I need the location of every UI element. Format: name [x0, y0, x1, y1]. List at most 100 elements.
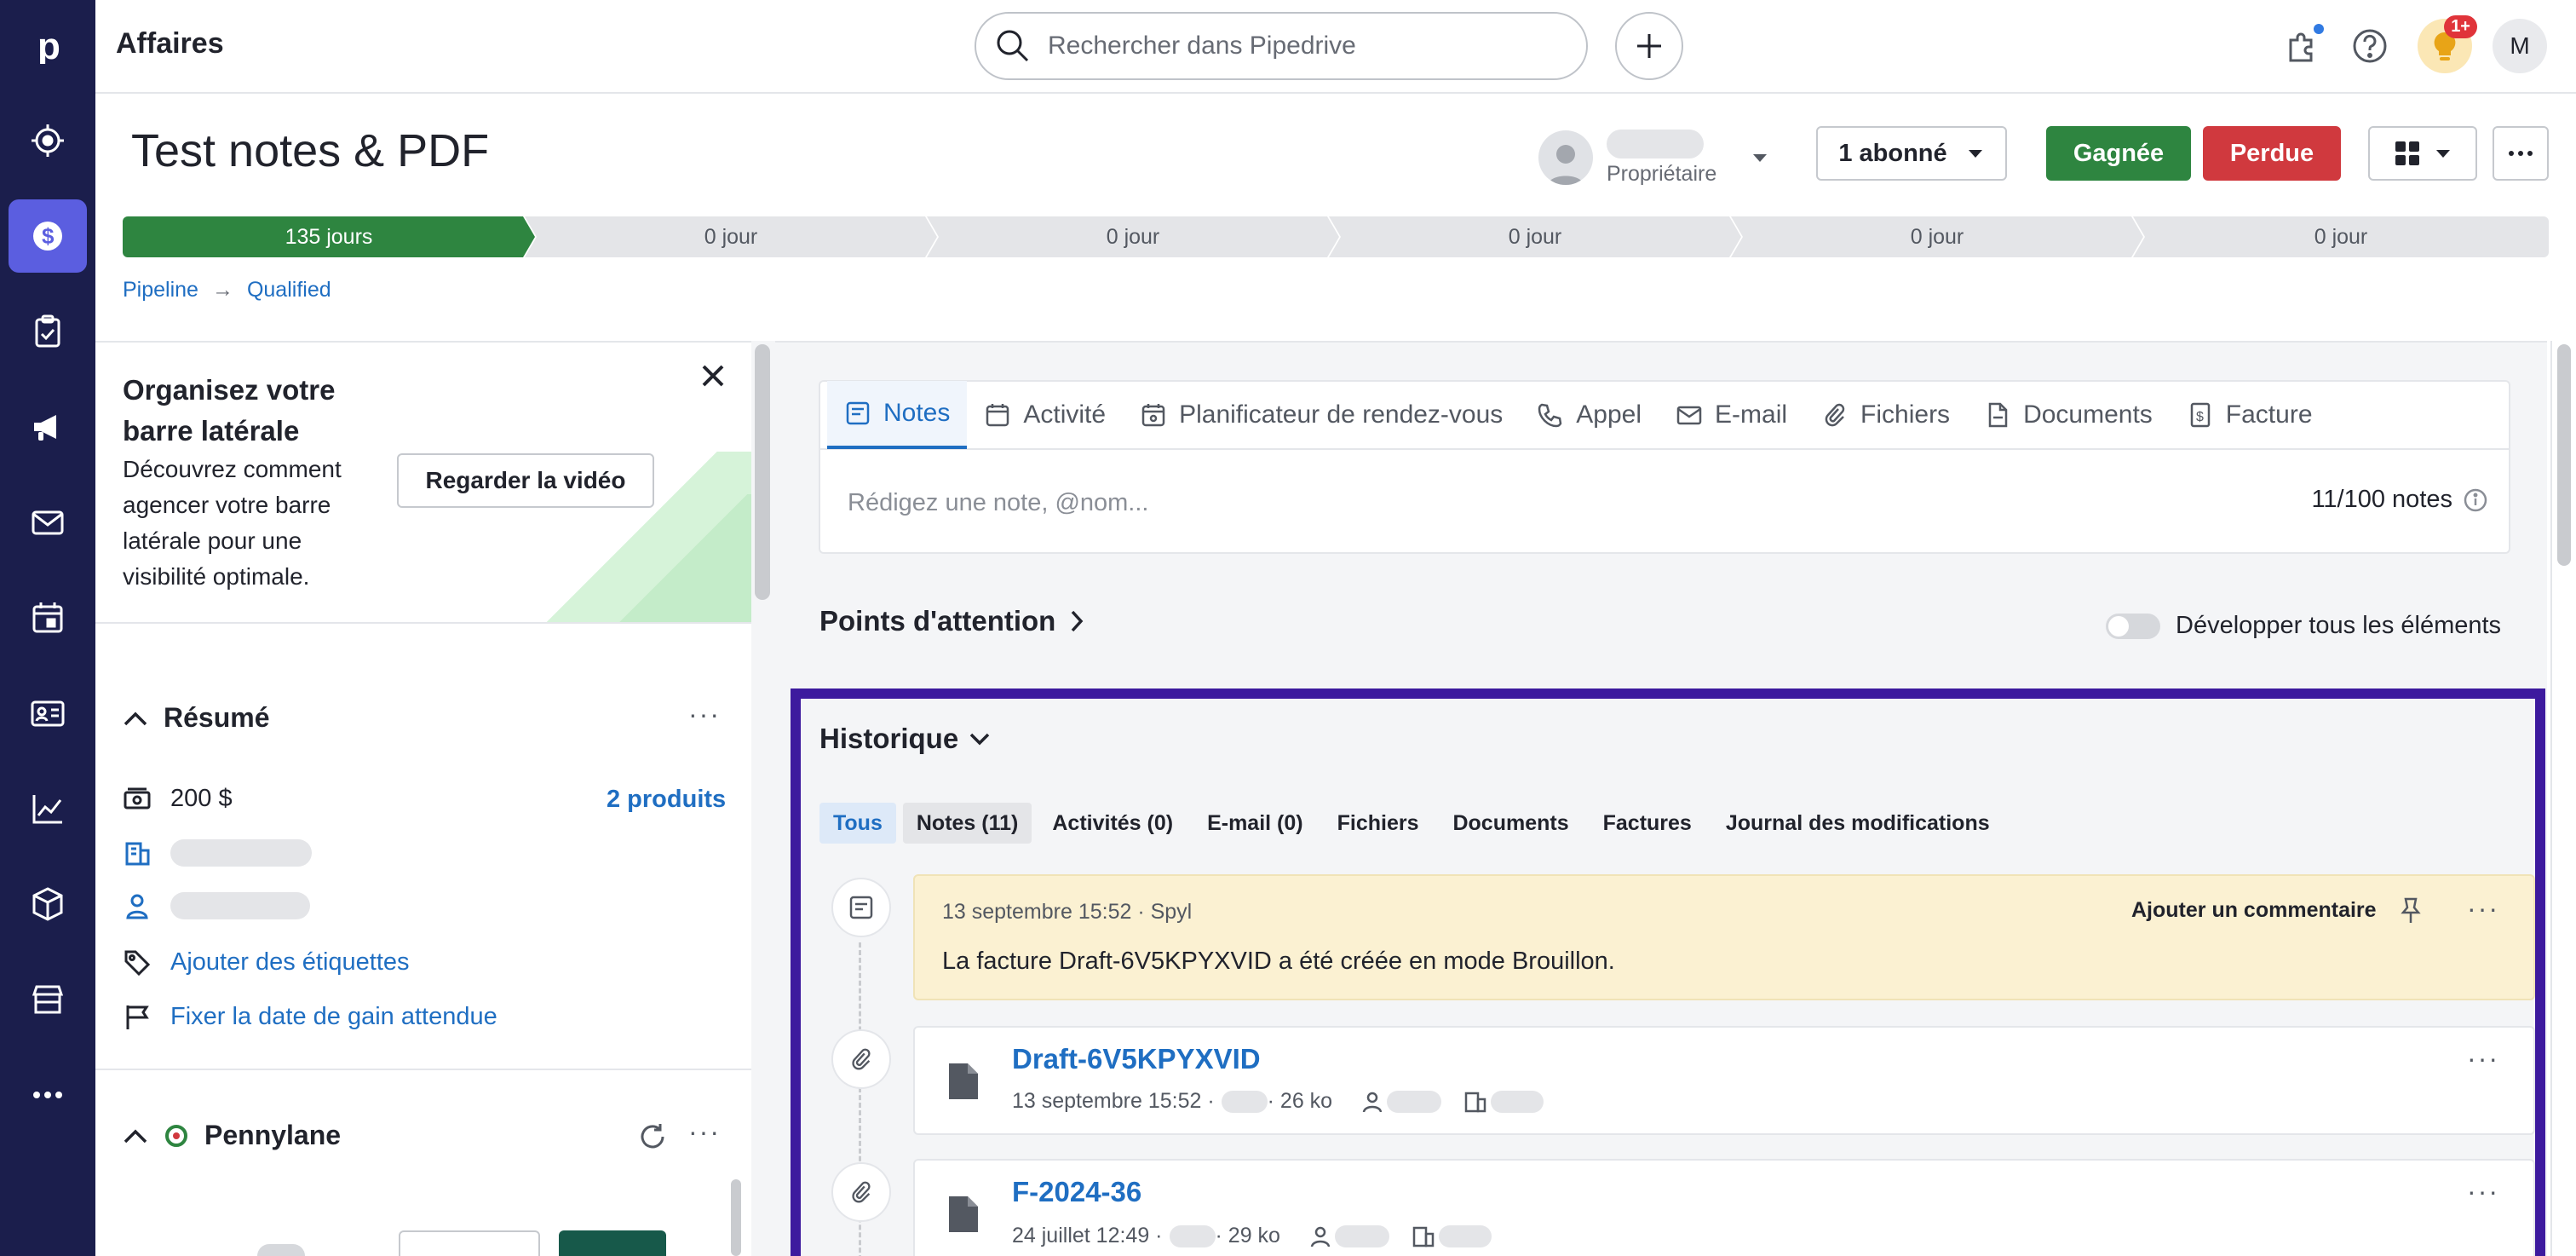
chevron-right-icon — [1072, 610, 1084, 632]
insights-chart-icon[interactable] — [9, 772, 87, 845]
pin-icon[interactable] — [2399, 896, 2423, 925]
summary-more-icon[interactable]: ··· — [688, 699, 721, 730]
focus-header[interactable]: Points d'attention — [819, 605, 1084, 637]
stage-5[interactable]: 0 jour — [1731, 216, 2143, 257]
tab-scheduler[interactable]: Planificateur de rendez-vous — [1123, 381, 1520, 449]
tab-files[interactable]: Fichiers — [1804, 381, 1967, 449]
clipboard-check-icon[interactable] — [9, 295, 87, 368]
more-dots-icon[interactable] — [9, 1058, 87, 1132]
add-labels-link[interactable]: Ajouter des étiquettes — [170, 948, 410, 977]
main-scrollbar[interactable] — [2557, 344, 2571, 566]
tab-notes[interactable]: Notes — [827, 381, 968, 449]
note-more-icon[interactable]: ··· — [2467, 893, 2499, 925]
file-card[interactable]: F-2024-36 24 juillet 12:49 · · 29 ko ··· — [913, 1159, 2535, 1256]
search-placeholder: Rechercher dans Pipedrive — [1048, 32, 1356, 60]
stage-6[interactable]: 0 jour — [2133, 216, 2549, 257]
filter-changelog[interactable]: Journal des modifications — [1712, 803, 2004, 844]
search-input[interactable]: Rechercher dans Pipedrive — [975, 12, 1588, 80]
tab-documents-label: Documents — [2023, 400, 2153, 429]
products-link[interactable]: 2 produits — [607, 786, 726, 814]
tab-documents[interactable]: Documents — [1967, 381, 2170, 449]
products-box-icon[interactable] — [9, 867, 87, 941]
help-icon[interactable] — [2343, 19, 2397, 73]
info-icon[interactable] — [2463, 487, 2488, 513]
stage-2[interactable]: 0 jour — [525, 216, 937, 257]
stage-1[interactable]: 135 jours — [123, 216, 535, 257]
history-header[interactable]: Historique — [819, 723, 991, 755]
sidebar-inner-scrollbar[interactable] — [731, 1179, 741, 1256]
filter-all[interactable]: Tous — [819, 803, 896, 844]
file-icon — [949, 1196, 978, 1232]
top-bar: Affaires Rechercher dans Pipedrive 1+ M — [95, 0, 2576, 94]
filter-files[interactable]: Fichiers — [1324, 803, 1433, 844]
section-divider — [95, 1069, 751, 1070]
note-input[interactable]: Rédigez une note, @nom... — [848, 489, 1148, 517]
notification-dot — [2314, 24, 2324, 34]
file-person-redacted — [1334, 1224, 1389, 1247]
pipedrive-logo-icon[interactable]: p — [9, 9, 87, 82]
file-name[interactable]: F-2024-36 — [1012, 1176, 1141, 1208]
pennylane-secondary-button[interactable] — [399, 1230, 540, 1256]
sidebar-scrollbar[interactable] — [755, 344, 770, 600]
deals-dollar-icon[interactable]: $ — [9, 199, 87, 273]
pennylane-toggle[interactable] — [257, 1244, 305, 1256]
tips-bulb-icon[interactable]: 1+ — [2418, 15, 2477, 73]
tab-activity[interactable]: Activité — [967, 381, 1123, 449]
person-icon — [1362, 1092, 1383, 1112]
target-icon[interactable] — [9, 104, 87, 177]
extensions-puzzle-icon[interactable] — [2274, 19, 2329, 73]
set-close-date-link[interactable]: Fixer la date de gain attendue — [170, 1003, 497, 1031]
history-panel: Historique Tous Notes (11) Activités (0)… — [791, 688, 2545, 1256]
chevron-down-icon — [1753, 154, 1768, 162]
calendar-icon[interactable] — [9, 581, 87, 654]
tab-email[interactable]: E-mail — [1659, 381, 1804, 449]
promo-title: Organisez votre barre latérale — [123, 374, 336, 447]
megaphone-icon[interactable] — [9, 390, 87, 464]
note-icon — [831, 878, 891, 937]
more-actions-button[interactable] — [2493, 126, 2549, 181]
expand-all-control[interactable]: Développer tous les éléments — [2106, 612, 2501, 640]
contacts-card-icon[interactable] — [9, 677, 87, 750]
filter-invoices[interactable]: Factures — [1590, 803, 1705, 844]
filter-activities[interactable]: Activités (0) — [1038, 803, 1187, 844]
breadcrumb-stage[interactable]: Qualified — [247, 278, 331, 302]
expand-all-toggle[interactable] — [2106, 613, 2160, 639]
tab-invoice[interactable]: $ Facture — [2170, 381, 2330, 449]
filter-documents[interactable]: Documents — [1439, 803, 1582, 844]
add-comment-link[interactable]: Ajouter un commentaire — [2131, 898, 2377, 923]
quick-add-button[interactable] — [1615, 12, 1683, 80]
user-avatar[interactable]: M — [2493, 19, 2547, 73]
filter-notes[interactable]: Notes (11) — [902, 803, 1032, 844]
deal-amount[interactable]: 200 $ — [170, 785, 233, 813]
file-more-icon[interactable]: ··· — [2467, 1043, 2499, 1075]
won-button[interactable]: Gagnée — [2046, 126, 2191, 181]
note-card[interactable]: 13 septembre 15:52 · Spyl Ajouter un com… — [913, 874, 2535, 1000]
followers-button[interactable]: 1 abonné — [1816, 126, 2007, 181]
filter-email[interactable]: E-mail (0) — [1193, 803, 1317, 844]
stage-3[interactable]: 0 jour — [927, 216, 1339, 257]
file-author-redacted — [1169, 1224, 1216, 1247]
close-icon[interactable] — [700, 363, 726, 389]
breadcrumb-pipeline[interactable]: Pipeline — [123, 278, 198, 302]
file-name[interactable]: Draft-6V5KPYXVID — [1012, 1043, 1261, 1075]
pennylane-primary-button[interactable] — [559, 1230, 666, 1256]
owner-selector[interactable]: Propriétaire — [1538, 126, 1769, 189]
refresh-icon[interactable] — [637, 1121, 668, 1152]
organization-row — [123, 838, 312, 867]
file-card[interactable]: Draft-6V5KPYXVID 13 septembre 15:52 · · … — [913, 1026, 2535, 1135]
pennylane-header[interactable]: Pennylane — [123, 1120, 341, 1151]
lost-button[interactable]: Perdue — [2203, 126, 2341, 181]
tab-call[interactable]: Appel — [1520, 381, 1659, 449]
mail-icon[interactable] — [9, 486, 87, 559]
stage-4[interactable]: 0 jour — [1329, 216, 1741, 257]
file-more-icon[interactable]: ··· — [2467, 1176, 2499, 1207]
person-row — [123, 891, 310, 920]
deal-title[interactable]: Test notes & PDF — [131, 124, 489, 177]
person-redacted[interactable] — [170, 892, 310, 919]
summary-header[interactable]: Résumé — [123, 702, 270, 734]
organization-redacted[interactable] — [170, 839, 312, 867]
layout-view-button[interactable] — [2368, 126, 2477, 181]
watch-video-button[interactable]: Regarder la vidéo — [397, 453, 654, 508]
marketplace-store-icon[interactable] — [9, 963, 87, 1036]
pennylane-more-icon[interactable]: ··· — [688, 1116, 721, 1148]
